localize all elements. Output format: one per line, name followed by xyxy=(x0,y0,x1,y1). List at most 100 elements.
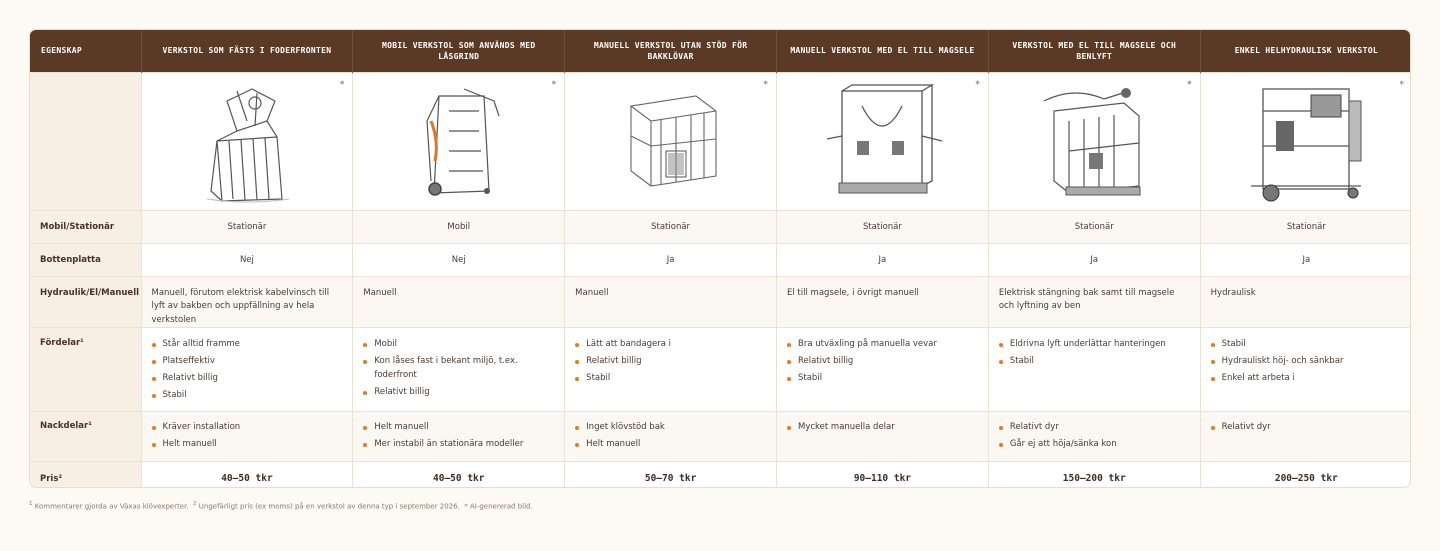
comparison-table-container: EGENSKAP VERKSTOL SOM FÄSTS I FODERFRONT… xyxy=(29,29,1411,488)
header-column-5: VERKSTOL MED EL TILL MAGSELE OCH BENLYFT xyxy=(988,30,1201,72)
cell-list: Stabil Hydrauliskt höj- och sänkbar Enkel … xyxy=(1200,327,1410,412)
footnote-2: Ungefärligt pris (ex moms) på en verksto… xyxy=(198,502,460,511)
cell-value: Stationär xyxy=(988,209,1201,243)
image-cell-1: * xyxy=(141,71,354,210)
list-item: Enkel att arbeta i xyxy=(1210,372,1404,386)
list-item: Stabil xyxy=(998,355,1192,369)
bullet-list: Relativt dyr Går ej att höja/sänka kon xyxy=(989,421,1200,452)
bullet-list: Lätt att bandagera i Relativt billig Stabi… xyxy=(565,338,776,386)
cell-value: El till magsele, i övrigt manuell xyxy=(776,275,989,328)
cell-list: Mycket manuella delar xyxy=(776,411,989,462)
footnote-2-mark: 2 xyxy=(193,501,197,507)
list-item: Platseffektiv xyxy=(151,355,345,369)
cell-list: Inget klövstöd bak Helt manuell xyxy=(564,411,777,462)
header-feature: EGENSKAP xyxy=(30,30,142,72)
cell-value: Stationär xyxy=(776,209,989,243)
price-value: 40–50 tkr xyxy=(141,461,354,487)
list-item: Relativt billig xyxy=(363,386,556,400)
list-item: Stabil xyxy=(151,389,345,403)
list-item: Stabil xyxy=(787,372,980,386)
crush-image-5 xyxy=(1043,87,1141,195)
table-header-row: EGENSKAP VERKSTOL SOM FÄSTS I FODERFRONT… xyxy=(30,30,1410,72)
row-label: Hydraulik/El/Manuell xyxy=(30,275,142,328)
list-item: Inget klövstöd bak xyxy=(575,421,768,435)
ai-image-marker: * xyxy=(551,79,557,90)
cell-list: Bra utväxling på manuella vevar Relativt … xyxy=(776,327,989,412)
cell-value: Manuell xyxy=(564,275,777,328)
row-nackdelar: Nackdelar¹ Kräver installation Helt manue… xyxy=(30,411,1410,462)
cell-value: Ja xyxy=(776,242,989,276)
header-column-6: ENKEL HELHYDRAULISK VERKSTOL xyxy=(1200,30,1410,72)
list-item: Relativt billig xyxy=(787,355,980,369)
list-item: Relativt dyr xyxy=(1210,421,1404,435)
price-value: 90–110 tkr xyxy=(776,461,989,487)
cell-value: Manuell xyxy=(352,275,566,328)
ai-image-marker: * xyxy=(975,79,980,90)
bullet-list: Helt manuell Mer instabil än stationära m… xyxy=(353,421,564,452)
ai-image-marker: * xyxy=(1399,79,1405,90)
header-column-1: VERKSTOL SOM FÄSTS I FODERFRONTEN xyxy=(141,30,354,72)
cell-list: Lätt att bandagera i Relativt billig Stabi… xyxy=(564,327,777,412)
cell-value: Mobil xyxy=(352,209,566,243)
image-row: * * * * * * xyxy=(30,71,1410,210)
row-label: Bottenplatta xyxy=(30,242,142,276)
price-value: 40–50 tkr xyxy=(352,461,566,487)
ai-image-marker: * xyxy=(339,79,345,90)
bullet-list: Bra utväxling på manuella vevar Relativt … xyxy=(777,338,988,386)
header-column-3: MANUELL VERKSTOL UTAN STÖD FÖR BAKKLÖVAR xyxy=(564,30,777,72)
bullet-list: Inget klövstöd bak Helt manuell xyxy=(565,421,776,452)
crush-image-6 xyxy=(1251,87,1362,201)
footnote-1: Kommentarer gjorda av Växas klövexperter… xyxy=(34,502,189,511)
footnote-3: * AI-genererad bild. xyxy=(464,502,533,511)
cell-list: Helt manuell Mer instabil än stationära m… xyxy=(352,411,566,462)
bullet-list: Mycket manuella delar xyxy=(777,421,988,435)
cell-value: Elektrisk stängning bak samt till magsel… xyxy=(988,275,1201,328)
header-column-4: MANUELL VERKSTOL MED EL TILL MAGSELE xyxy=(776,30,989,72)
bullet-list: Eldrivna lyft underlättar hanteringen Sta… xyxy=(989,338,1200,369)
image-cell-2: * xyxy=(352,71,566,210)
bullet-list: Kräver installation Helt manuell xyxy=(142,421,353,452)
cell-value: Stationär xyxy=(564,209,777,243)
row-hydraulik: Hydraulik/El/Manuell Manuell, förutom el… xyxy=(30,275,1410,328)
list-item: Går ej att höja/sänka kon xyxy=(998,438,1192,452)
image-cell-3: * xyxy=(564,71,777,210)
crush-image-3 xyxy=(630,94,717,187)
list-item: Helt manuell xyxy=(575,438,768,452)
list-item: Står alltid framme xyxy=(151,338,345,352)
list-item: Hydrauliskt höj- och sänkbar xyxy=(1210,355,1404,369)
ai-image-marker: * xyxy=(1187,79,1192,90)
list-item: Mer instabil än stationära modeller xyxy=(363,438,556,452)
crush-image-2 xyxy=(426,87,500,196)
cell-value: Ja xyxy=(988,242,1201,276)
list-item: Mycket manuella delar xyxy=(787,421,980,435)
row-pris: Pris² 40–50 tkr 40–50 tkr 50–70 tkr 90–1… xyxy=(30,461,1410,487)
list-item: Helt manuell xyxy=(363,421,556,435)
cell-list: Står alltid framme Platseffektiv Relativt … xyxy=(141,327,354,412)
bullet-list: Stabil Hydrauliskt höj- och sänkbar Enkel … xyxy=(1201,338,1410,386)
list-item: Lätt att bandagera i xyxy=(575,338,768,352)
crush-image-4 xyxy=(827,83,943,193)
list-item: Eldrivna lyft underlättar hanteringen xyxy=(998,338,1192,352)
cell-value: Nej xyxy=(141,242,354,276)
image-row-label xyxy=(30,71,142,210)
list-item: Stabil xyxy=(1210,338,1404,352)
list-item: Relativt billig xyxy=(151,372,345,386)
cell-value: Ja xyxy=(564,242,777,276)
image-cell-6: * xyxy=(1200,71,1410,210)
cell-list: Relativt dyr xyxy=(1200,411,1410,462)
row-fordelar: Fördelar¹ Står alltid framme Platseffekti… xyxy=(30,327,1410,412)
footnote-1-mark: 1 xyxy=(29,501,33,507)
list-item: Helt manuell xyxy=(151,438,345,452)
list-item: Relativt dyr xyxy=(998,421,1192,435)
image-cell-5: * xyxy=(988,71,1201,210)
list-item: Kon låses fast i bekant miljö, t.ex. fod… xyxy=(363,355,556,382)
image-cell-4: * xyxy=(776,71,989,210)
list-item: Stabil xyxy=(575,372,768,386)
cell-list: Eldrivna lyft underlättar hanteringen Sta… xyxy=(988,327,1201,412)
row-label: Mobil/Stationär xyxy=(30,209,142,243)
list-item: Relativt billig xyxy=(575,355,768,369)
cell-value: Ja xyxy=(1200,242,1410,276)
cell-value: Nej xyxy=(352,242,566,276)
header-column-2: MOBIL VERKSTOL SOM ANVÄNDS MED LÅSGRIND xyxy=(352,30,566,72)
row-label: Nackdelar¹ xyxy=(30,411,142,462)
